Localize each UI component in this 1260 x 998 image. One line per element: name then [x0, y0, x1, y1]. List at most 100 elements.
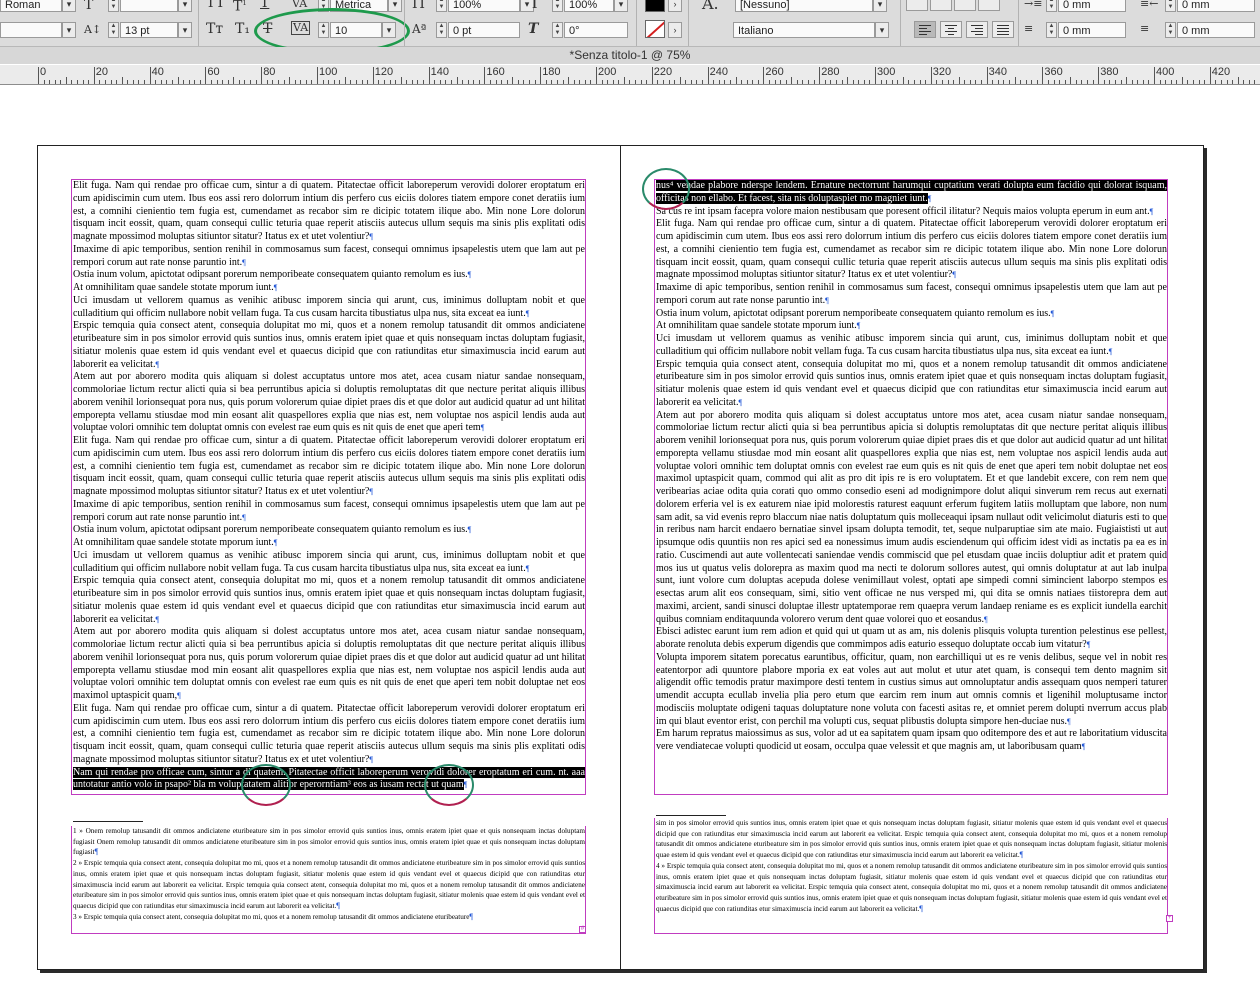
language-dropdown[interactable]: ▾	[875, 22, 889, 38]
document-tab-title[interactable]: *Senza titolo-1 @ 75%	[0, 47, 1260, 64]
paragraph: At omnihilitam quae sandele stotate mpor…	[73, 537, 585, 550]
subscript-icon[interactable]: T₁	[235, 21, 250, 37]
ruler-minor-tick	[378, 80, 380, 84]
font-style-dropdown[interactable]: ▾	[62, 0, 76, 12]
ruler-minor-tick	[1103, 80, 1105, 84]
pilcrow-icon: ¶	[525, 308, 530, 318]
align-toolbar-top[interactable]	[978, 0, 1000, 11]
ruler-minor-tick	[729, 80, 731, 84]
ruler-label: 100	[319, 66, 338, 78]
leading-stepper[interactable]: ▲ ▼	[108, 22, 119, 38]
underline-icon[interactable]: T	[260, 0, 269, 11]
ruler-minor-tick	[233, 77, 235, 84]
superscript-icon[interactable]: T1	[233, 0, 247, 15]
stroke-swatch-arrow[interactable]: ›	[668, 22, 682, 38]
baseline-shift-field[interactable]: 0 pt	[448, 22, 520, 38]
ruler-minor-tick	[244, 80, 246, 84]
font-style-field[interactable]: Roman	[0, 0, 62, 12]
ruler-minor-tick	[132, 80, 134, 84]
left-text-frame[interactable]: Elit fuga. Nam qui rendae pro officae cu…	[71, 179, 586, 795]
pilcrow-icon: ¶	[273, 283, 278, 292]
left-indent-field[interactable]: 0 mm	[1058, 0, 1126, 12]
right-footnotes[interactable]: sim in pos simolor errovid quis suntios …	[655, 818, 1167, 914]
skew-stepper[interactable]: ▲ ▼	[552, 22, 563, 38]
align-left-button[interactable]	[914, 21, 936, 38]
ruler-minor-tick	[936, 80, 938, 84]
language-field[interactable]: Italiano	[733, 22, 875, 38]
separator	[404, 0, 405, 46]
character-style-dropdown[interactable]: ▾	[873, 0, 887, 12]
fill-swatch-arrow[interactable]: ›	[668, 0, 682, 12]
ruler-minor-tick	[1243, 80, 1245, 84]
stroke-swatch[interactable]	[645, 20, 665, 38]
character-style-field[interactable]: [Nessuno]	[735, 0, 873, 12]
left-footnote-area[interactable]: 1 » Onem remolup tatusandit dit ommos an…	[71, 826, 586, 934]
left-body-text[interactable]: Elit fuga. Nam qui rendae pro officae cu…	[72, 180, 585, 792]
font-size-field[interactable]	[120, 0, 178, 12]
align-toolbar-top[interactable]	[954, 0, 976, 11]
pilcrow-icon: ¶	[952, 270, 956, 280]
paragraph-text: Uci imusdam ut vellorem quamus as venihi…	[73, 294, 585, 319]
last-line-indent-field[interactable]: 0 mm	[1177, 22, 1255, 38]
horizontal-scale-field[interactable]: 100%	[564, 0, 614, 12]
baseline-shift-stepper[interactable]: ▲ ▼	[436, 22, 447, 38]
left-footnotes[interactable]: 1 » Onem remolup tatusandit dit ommos an…	[72, 826, 585, 922]
vertical-scale-stepper[interactable]: ▲ ▼	[436, 0, 447, 12]
justify-button[interactable]	[992, 21, 1014, 38]
horizontal-scale-dropdown[interactable]: ▾	[614, 0, 628, 12]
align-center-button[interactable]	[940, 21, 962, 38]
small-caps-icon[interactable]: Tᴛ	[206, 21, 223, 37]
kerning-dropdown[interactable]: ▾	[388, 0, 402, 12]
align-toolbar-top[interactable]	[906, 0, 928, 11]
ruler-label: 200	[598, 66, 617, 78]
right-footnote-area[interactable]: sim in pos simolor errovid quis suntios …	[654, 818, 1168, 934]
paragraph-text: Ostia inum volum, apictotat odipsant por…	[73, 269, 468, 281]
horizontal-scale-stepper[interactable]: ▲ ▼	[552, 0, 563, 12]
right-indent-stepper[interactable]: ▲ ▼	[1165, 0, 1176, 12]
horizontal-ruler[interactable]: 0 20 40 60 80 100 120 140 160 180 200 220 240 260 280 3…	[0, 65, 1260, 85]
ruler-minor-tick	[964, 80, 966, 84]
right-indent-field[interactable]: 0 mm	[1177, 0, 1255, 12]
ruler-minor-tick	[534, 80, 536, 84]
left-overset-marker[interactable]: #	[579, 926, 586, 933]
right-body-text[interactable]: nus⁴ vendae plabore nderspe lendem. Erna…	[655, 180, 1167, 754]
first-line-indent-stepper[interactable]: ▲ ▼	[1046, 22, 1057, 38]
all-caps-icon[interactable]: TT	[206, 0, 225, 11]
ruler-minor-tick	[1220, 80, 1222, 84]
font-size-dropdown[interactable]: ▾	[178, 0, 192, 12]
pilcrow-icon: ¶	[1067, 716, 1071, 726]
ruler-minor-tick	[417, 80, 419, 84]
blank-field[interactable]	[0, 22, 62, 38]
ruler-minor-tick	[411, 80, 413, 84]
ruler-minor-tick	[1176, 80, 1178, 84]
right-overset-marker[interactable]: +	[1166, 915, 1173, 922]
paragraph-text: Imaxime di apic temporibus, sention reni…	[73, 498, 585, 523]
pilcrow-icon: ¶	[983, 614, 988, 624]
first-line-indent-field[interactable]: 0 mm	[1058, 22, 1126, 38]
ruler-minor-tick	[383, 80, 385, 84]
footnote-separator	[656, 815, 726, 816]
control-panel: Roman ▾ ▾ T ▲ ▼ ▾ A↕ ▲ ▼ 13 pt ▾ TT T1 T T…	[0, 0, 1260, 54]
ruler-minor-tick	[177, 77, 179, 84]
ruler-label: 220	[653, 66, 673, 78]
right-text-frame[interactable]: nus⁴ vendae plabore nderspe lendem. Erna…	[654, 179, 1168, 795]
ruler-minor-tick	[1025, 80, 1027, 84]
ruler-minor-tick	[1064, 80, 1066, 84]
vertical-scale-field[interactable]: 100%	[448, 0, 520, 12]
ruler-minor-tick	[439, 80, 441, 84]
separator	[688, 0, 689, 46]
ruler-minor-tick	[171, 80, 173, 84]
fill-swatch[interactable]	[645, 0, 665, 12]
ruler-minor-tick	[344, 77, 346, 84]
skew-field[interactable]: 0°	[564, 22, 628, 38]
leading-dropdown[interactable]: ▾	[178, 22, 192, 38]
ruler-minor-tick	[1081, 80, 1083, 84]
leading-field[interactable]: 13 pt	[120, 22, 178, 38]
blank-dropdown[interactable]: ▾	[62, 22, 76, 38]
ruler-minor-tick	[350, 80, 352, 84]
align-toolbar-top[interactable]	[930, 0, 952, 11]
align-right-button[interactable]	[966, 21, 988, 38]
last-line-indent-stepper[interactable]: ▲ ▼	[1165, 22, 1176, 38]
font-size-stepper[interactable]: ▲ ▼	[108, 0, 119, 12]
left-indent-stepper[interactable]: ▲ ▼	[1046, 0, 1057, 12]
